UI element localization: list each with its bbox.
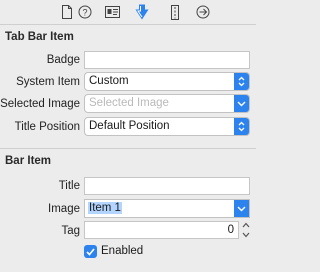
- chevron-updown-icon: [234, 73, 249, 90]
- connections-icon[interactable]: [195, 4, 211, 20]
- tag-label: Tag: [61, 225, 80, 237]
- checkmark-icon: [86, 247, 95, 256]
- image-value: Item 1: [88, 202, 122, 214]
- badge-field[interactable]: [84, 51, 250, 69]
- selected-image-label: Selected Image: [0, 98, 80, 110]
- section-divider: [0, 148, 256, 149]
- title-field[interactable]: [84, 177, 250, 195]
- system-item-value: Custom: [89, 75, 129, 87]
- image-label: Image: [48, 203, 80, 215]
- enabled-checkbox[interactable]: [84, 245, 97, 258]
- attributes-icon[interactable]: [134, 4, 150, 20]
- enabled-label: Enabled: [101, 245, 144, 257]
- help-icon[interactable]: ?: [77, 4, 93, 20]
- size-icon[interactable]: [167, 4, 183, 20]
- system-item-label: System Item: [16, 76, 80, 88]
- svg-text:?: ?: [82, 8, 87, 18]
- chevron-updown-icon: [234, 118, 249, 135]
- system-item-select[interactable]: Custom: [84, 72, 250, 91]
- section-title-bar-item: Bar Item: [5, 155, 52, 167]
- tag-value: 0: [227, 224, 234, 236]
- image-combo[interactable]: Item 1: [84, 199, 250, 218]
- chevron-down-icon[interactable]: [234, 200, 249, 217]
- selected-image-combo[interactable]: Selected Image: [84, 94, 250, 113]
- title-position-label: Title Position: [14, 121, 80, 133]
- stepper-up-icon[interactable]: [242, 221, 250, 229]
- title-label: Title: [58, 180, 80, 192]
- file-icon[interactable]: [59, 4, 75, 20]
- inspector-toolbar: ?: [0, 0, 256, 25]
- tag-field[interactable]: 0: [84, 221, 239, 239]
- badge-label: Badge: [46, 54, 80, 66]
- chevron-down-icon[interactable]: [234, 95, 249, 112]
- selected-image-placeholder: Selected Image: [89, 97, 169, 109]
- stepper-down-icon[interactable]: [242, 231, 250, 239]
- section-title-tab-bar-item: Tab Bar Item: [5, 31, 74, 43]
- identity-icon[interactable]: [104, 4, 120, 20]
- tag-stepper[interactable]: [241, 221, 250, 239]
- title-position-value: Default Position: [89, 120, 170, 132]
- title-position-select[interactable]: Default Position: [84, 117, 250, 136]
